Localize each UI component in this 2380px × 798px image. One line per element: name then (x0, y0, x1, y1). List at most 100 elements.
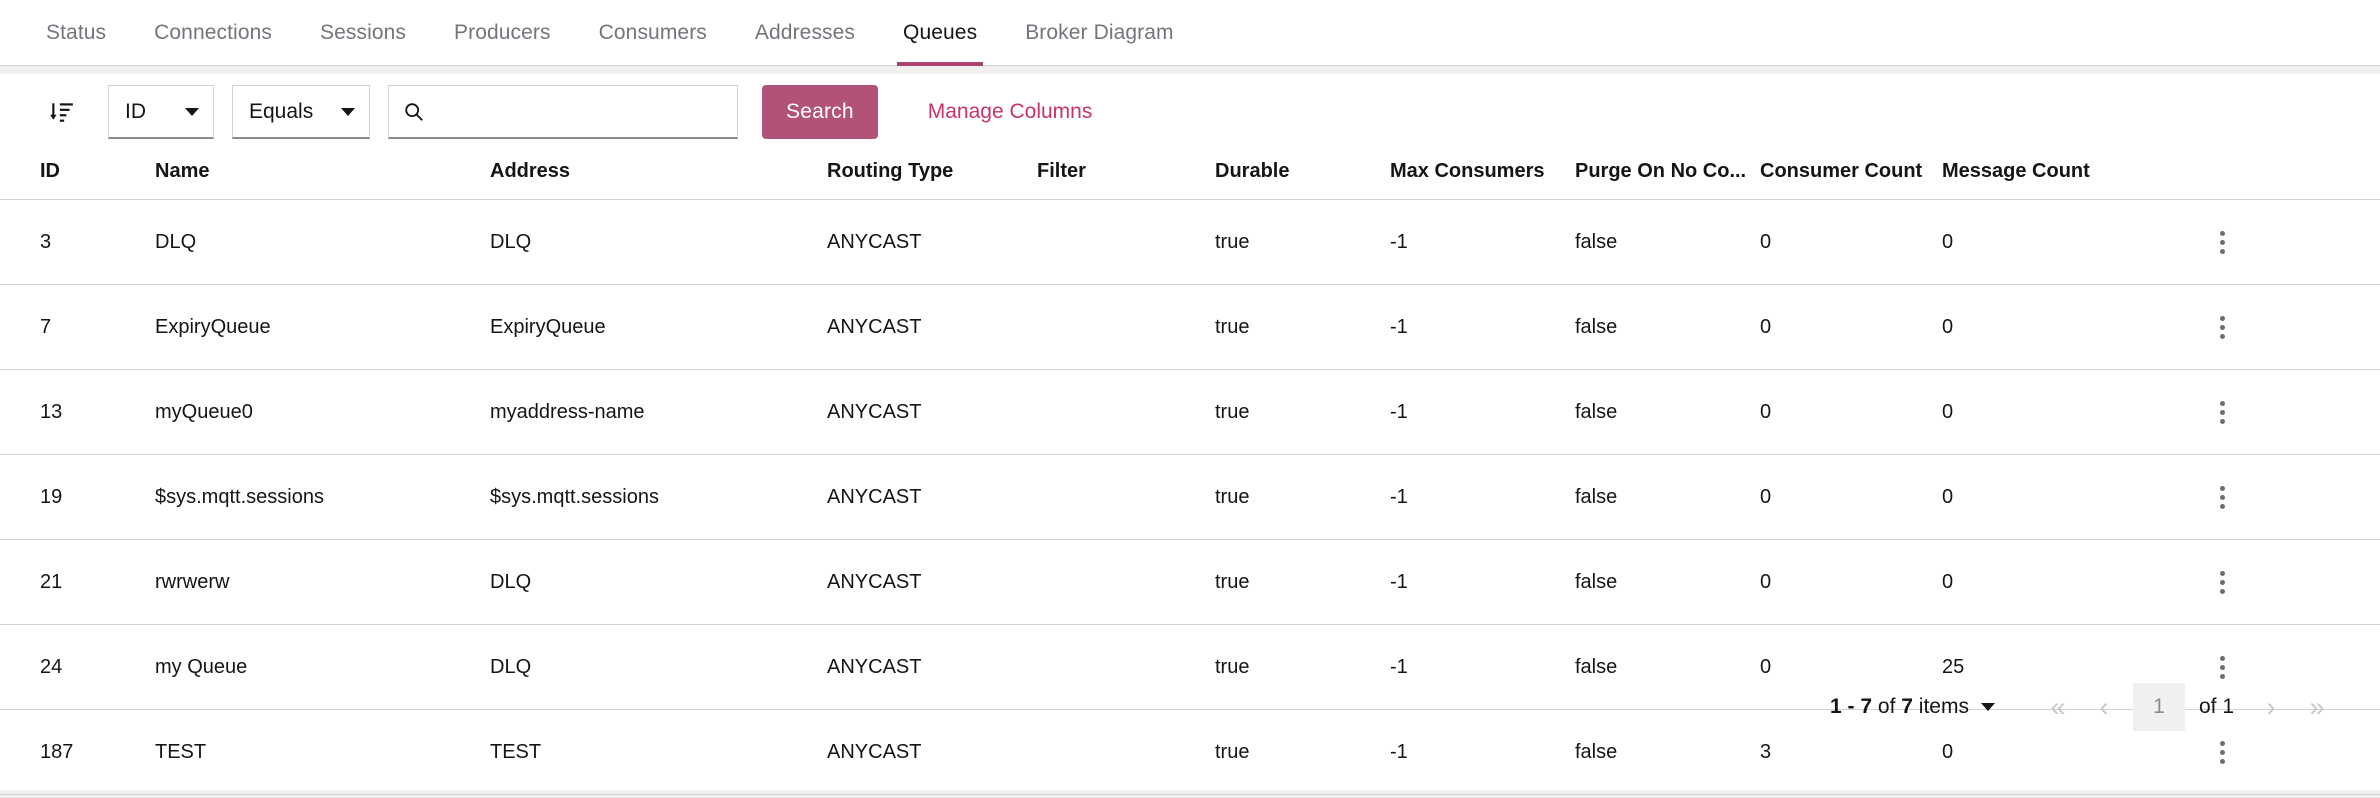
pagination-prev-button[interactable]: ‹ (2081, 684, 2127, 730)
tab-broker-diagram[interactable]: Broker Diagram (1001, 0, 1197, 65)
filter-operator-value: Equals (249, 100, 313, 124)
column-header-consumer-count[interactable]: Consumer Count (1760, 150, 1942, 200)
column-header-actions (2202, 150, 2380, 200)
kebab-menu-icon[interactable] (2202, 477, 2242, 517)
cell-message-count[interactable]: 0 (1942, 455, 2202, 540)
cell-durable: true (1215, 285, 1390, 370)
cell-purge-on-no-consumers: false (1575, 455, 1760, 540)
cell-consumer-count[interactable]: 0 (1760, 455, 1942, 540)
cell-message-count[interactable]: 0 (1942, 285, 2202, 370)
cell-address[interactable]: $sys.mqtt.sessions (490, 455, 827, 540)
filter-field-select[interactable]: ID (108, 85, 214, 139)
cell-id: 3 (0, 200, 155, 285)
column-header-purge-on-no-consumers[interactable]: Purge On No Co... (1575, 150, 1760, 200)
tab-label: Queues (903, 21, 977, 45)
cell-address[interactable]: DLQ (490, 200, 827, 285)
column-header-name[interactable]: Name (155, 150, 490, 200)
table-row: 7ExpiryQueueExpiryQueueANYCASTtrue-1fals… (0, 285, 2380, 370)
pagination-last-button[interactable]: » (2294, 684, 2340, 730)
cell-id: 7 (0, 285, 155, 370)
queues-page: Status Connections Sessions Producers Co… (0, 0, 2380, 798)
cell-max-consumers: -1 (1390, 200, 1575, 285)
cell-message-count[interactable]: 0 (1942, 200, 2202, 285)
tab-label: Consumers (599, 21, 707, 45)
cell-filter (1037, 370, 1215, 455)
cell-purge-on-no-consumers: false (1575, 200, 1760, 285)
tab-addresses[interactable]: Addresses (731, 0, 879, 65)
kebab-menu-icon[interactable] (2202, 222, 2242, 262)
cell-routing-type: ANYCAST (827, 540, 1037, 625)
cell-consumer-count[interactable]: 0 (1760, 200, 1942, 285)
table-row: 3DLQDLQANYCASTtrue-1false00 (0, 200, 2380, 285)
cell-name: rwrwerw (155, 540, 490, 625)
cell-max-consumers: -1 (1390, 540, 1575, 625)
cell-name: $sys.mqtt.sessions (155, 455, 490, 540)
pagination-per-page-chevron-down-icon[interactable] (1981, 703, 1995, 711)
cell-actions (2202, 540, 2380, 625)
tab-producers[interactable]: Producers (430, 0, 575, 65)
chevron-down-icon (341, 108, 355, 116)
cell-name: DLQ (155, 200, 490, 285)
tab-label: Broker Diagram (1025, 21, 1173, 45)
manage-columns-link[interactable]: Manage Columns (928, 100, 1093, 124)
pagination-range: 1 - 7 (1830, 695, 1872, 718)
pagination-total-pages-label: of 1 (2199, 695, 2234, 719)
cell-durable: true (1215, 455, 1390, 540)
column-header-filter[interactable]: Filter (1037, 150, 1215, 200)
sort-amount-down-icon[interactable] (40, 90, 84, 134)
tab-status[interactable]: Status (22, 0, 130, 65)
cell-actions (2202, 200, 2380, 285)
cell-consumer-count[interactable]: 0 (1760, 540, 1942, 625)
table-header: ID Name Address Routing Type Filter Dura… (0, 150, 2380, 200)
cell-consumer-count[interactable]: 0 (1760, 370, 1942, 455)
cell-address[interactable]: ExpiryQueue (490, 285, 827, 370)
search-icon (403, 101, 425, 123)
cell-message-count[interactable]: 0 (1942, 540, 2202, 625)
cell-routing-type: ANYCAST (827, 285, 1037, 370)
tab-label: Sessions (320, 21, 406, 45)
tab-label: Status (46, 21, 106, 45)
pagination-next-button[interactable]: › (2248, 684, 2294, 730)
column-header-routing-type[interactable]: Routing Type (827, 150, 1037, 200)
cell-address[interactable]: myaddress-name (490, 370, 827, 455)
search-field-wrapper[interactable] (388, 85, 738, 139)
pagination-of-word: of (1878, 695, 1896, 718)
kebab-menu-icon[interactable] (2202, 562, 2242, 602)
pagination-page-input[interactable] (2133, 683, 2185, 731)
column-header-max-consumers[interactable]: Max Consumers (1390, 150, 1575, 200)
table-row: 19$sys.mqtt.sessions$sys.mqtt.sessionsAN… (0, 455, 2380, 540)
cell-actions (2202, 285, 2380, 370)
cell-routing-type: ANYCAST (827, 370, 1037, 455)
filter-operator-select[interactable]: Equals (232, 85, 370, 139)
search-input[interactable] (435, 100, 725, 123)
cell-durable: true (1215, 540, 1390, 625)
cell-purge-on-no-consumers: false (1575, 285, 1760, 370)
kebab-menu-icon[interactable] (2202, 307, 2242, 347)
cell-durable: true (1215, 370, 1390, 455)
tab-sessions[interactable]: Sessions (296, 0, 430, 65)
table-row: 13myQueue0myaddress-nameANYCASTtrue-1fal… (0, 370, 2380, 455)
tab-connections[interactable]: Connections (130, 0, 296, 65)
column-header-durable[interactable]: Durable (1215, 150, 1390, 200)
table-header-row: ID Name Address Routing Type Filter Dura… (0, 150, 2380, 200)
column-header-id[interactable]: ID (0, 150, 155, 200)
pagination-first-button[interactable]: « (2035, 684, 2081, 730)
table-row: 21rwrwerwDLQANYCASTtrue-1false00 (0, 540, 2380, 625)
kebab-menu-icon[interactable] (2202, 392, 2242, 432)
cell-max-consumers: -1 (1390, 370, 1575, 455)
column-header-address[interactable]: Address (490, 150, 827, 200)
tab-label: Producers (454, 21, 551, 45)
cell-id: 19 (0, 455, 155, 540)
tab-consumers[interactable]: Consumers (575, 0, 731, 65)
pagination-total: 7 (1901, 695, 1913, 718)
cell-address[interactable]: DLQ (490, 540, 827, 625)
column-header-message-count[interactable]: Message Count (1942, 150, 2202, 200)
cell-message-count[interactable]: 0 (1942, 370, 2202, 455)
filter-field-value: ID (125, 100, 146, 124)
cell-consumer-count[interactable]: 0 (1760, 285, 1942, 370)
queues-card: ID Equals Search Manage Columns (0, 74, 2380, 790)
tab-queues[interactable]: Queues (879, 0, 1001, 65)
cell-name: myQueue0 (155, 370, 490, 455)
pagination-items-count: 1 - 7 of 7 items (1830, 695, 1969, 719)
search-button[interactable]: Search (762, 85, 878, 139)
